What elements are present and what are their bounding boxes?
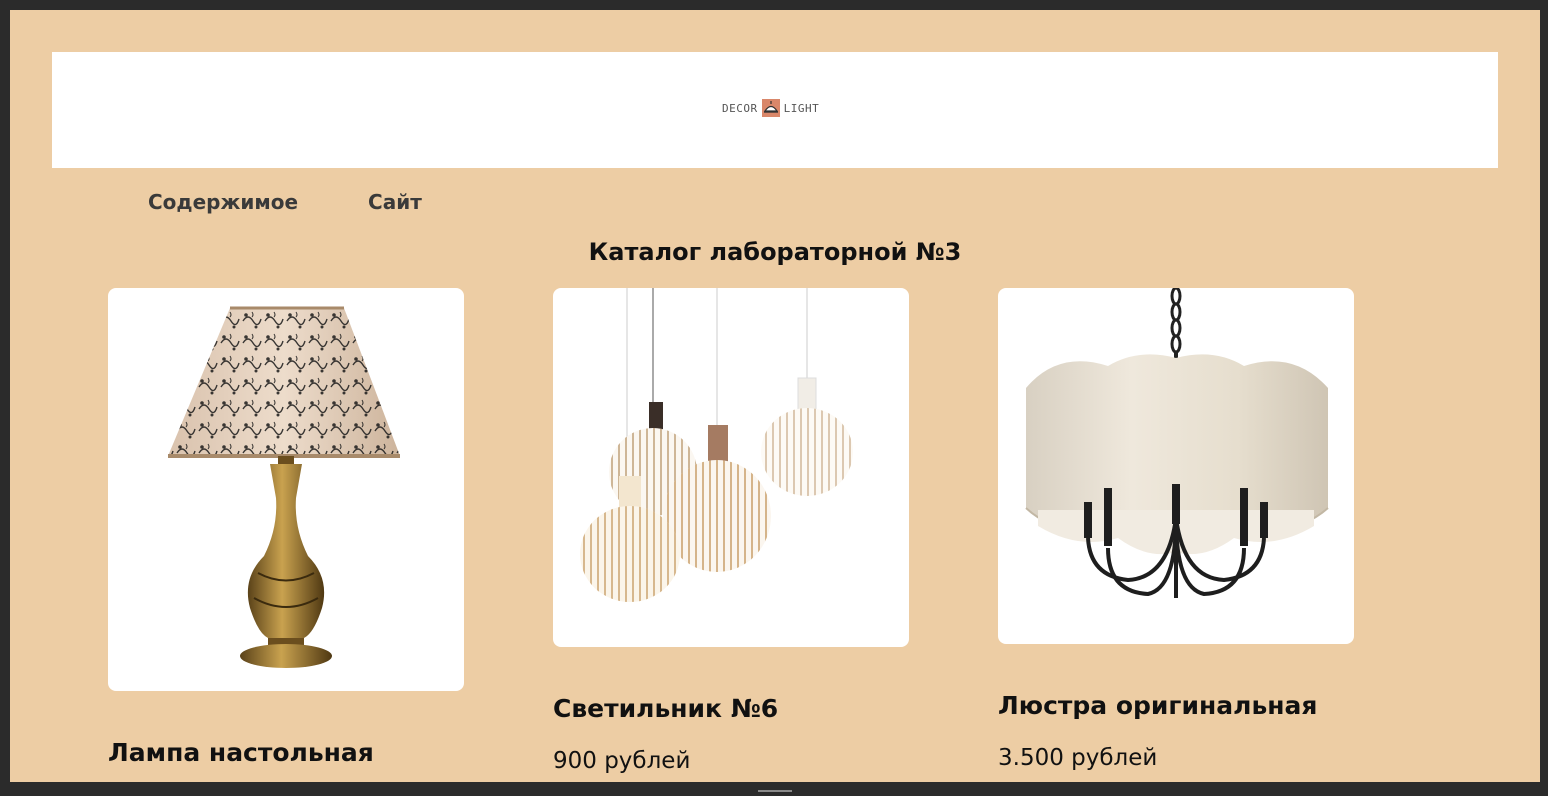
product-title-chandelier[interactable]: Люстра оригинальная [998, 691, 1317, 720]
lamp-logo-icon [761, 99, 780, 117]
nav-item-site[interactable]: Сайт [368, 190, 422, 214]
table-lamp-icon [168, 306, 400, 668]
page-viewport: DECOR LIGHT Содержимое Сайт Каталог лабо… [10, 10, 1540, 782]
product-image-pendant-lights[interactable] [553, 288, 909, 647]
logo-text-light: LIGHT [783, 101, 820, 115]
product-image-chandelier[interactable] [998, 288, 1354, 644]
page-title: Каталог лабораторной №3 [588, 238, 962, 266]
window-bottom-bar [0, 782, 1548, 796]
site-logo[interactable]: DECOR LIGHT [722, 98, 819, 118]
resize-handle[interactable] [758, 790, 792, 792]
product-title-pendant-lights[interactable]: Светильник №6 [553, 694, 778, 723]
pendant-lights-icon [580, 288, 853, 602]
logo-text-decor: DECOR [722, 101, 758, 115]
main-nav: Содержимое Сайт [148, 190, 422, 214]
nav-item-content[interactable]: Содержимое [148, 190, 298, 214]
product-title-table-lamp[interactable]: Лампа настольная [108, 738, 374, 767]
product-image-table-lamp[interactable] [108, 288, 464, 691]
product-price-pendant-lights: 900 рублей [553, 748, 691, 774]
chandelier-icon [1025, 288, 1329, 598]
site-header: DECOR LIGHT [52, 52, 1498, 168]
product-price-chandelier: 3.500 рублей [998, 745, 1158, 771]
